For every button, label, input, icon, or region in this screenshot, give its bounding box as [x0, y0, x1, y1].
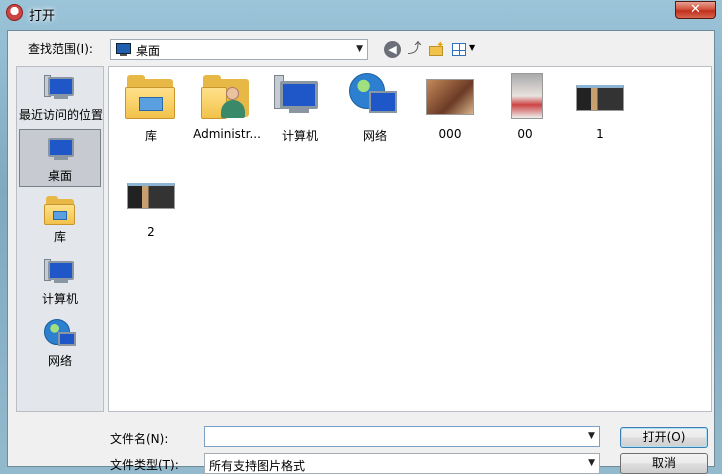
file-item-2[interactable]: 2 [113, 167, 189, 247]
file-label: 2 [147, 225, 155, 239]
file-item-library[interactable]: 库 [113, 69, 189, 149]
file-item-network[interactable]: 网络 [337, 69, 413, 149]
lookin-dropdown[interactable]: 桌面 ▼ [110, 39, 368, 60]
open-button[interactable]: 打开(O) [620, 427, 708, 448]
cancel-button[interactable]: 取消 [620, 453, 708, 474]
close-button[interactable]: ✕ [675, 1, 716, 19]
dialog-body: 查找范围(I): 桌面 ▼ ◀ ⤴ ✦ ▼ 最近访问的位置 桌面 库 计算机 网… [7, 30, 715, 474]
up-folder-icon[interactable]: ⤴ [406, 41, 423, 58]
network-icon [44, 319, 76, 349]
chevron-down-icon[interactable]: ▼ [588, 458, 595, 468]
back-icon[interactable]: ◀ [384, 41, 401, 58]
window-title: 打开 [29, 9, 56, 24]
library-folder-icon [125, 73, 177, 123]
file-label: 00 [517, 127, 533, 141]
user-folder-icon [201, 73, 253, 123]
photo-thumbnail-icon [424, 73, 476, 123]
filetype-value: 所有支持图片格式 [209, 459, 306, 473]
lookin-label: 查找范围(I): [28, 42, 93, 56]
file-item-000[interactable]: 000 [412, 69, 488, 149]
recent-places-icon [44, 73, 76, 103]
network-icon [349, 73, 401, 123]
place-label: 最近访问的位置 [19, 108, 104, 122]
photo-thumbnail-icon [499, 73, 551, 123]
app-icon [6, 4, 23, 21]
place-label: 库 [53, 230, 66, 244]
file-label: 000 [438, 127, 462, 141]
place-label: 桌面 [47, 169, 72, 183]
view-chevron-icon: ▼ [469, 43, 476, 52]
place-label: 计算机 [41, 292, 78, 306]
title-bar[interactable]: 打开 ✕ [0, 0, 722, 26]
desktop-icon [116, 43, 131, 56]
lookin-value: 桌面 [136, 44, 161, 58]
grid-view-icon [452, 43, 466, 56]
chevron-down-icon[interactable]: ▼ [356, 44, 363, 54]
file-label: 库 [144, 129, 157, 143]
library-folder-icon [44, 195, 76, 225]
view-menu-icon[interactable]: ▼ [452, 41, 478, 58]
file-label: 网络 [362, 129, 387, 143]
place-library[interactable]: 库 [19, 191, 101, 249]
desktop-icon [44, 134, 76, 164]
file-item-administrator[interactable]: Administr... [189, 69, 265, 149]
filename-label: 文件名(N): [110, 432, 169, 446]
places-bar: 最近访问的位置 桌面 库 计算机 网络 [16, 66, 104, 412]
filetype-label: 文件类型(T): [110, 458, 179, 472]
sparkle-icon: ✦ [436, 40, 445, 51]
file-list-view[interactable]: 库 Administr... 计算机 网络 000 00 1 2 [108, 66, 712, 412]
screenshot-thumbnail-icon [125, 171, 177, 221]
window-frame: 打开 ✕ 查找范围(I): 桌面 ▼ ◀ ⤴ ✦ ▼ 最近访问的位置 桌面 库 … [0, 0, 722, 474]
file-label: 1 [596, 127, 604, 141]
place-network[interactable]: 网络 [19, 315, 101, 373]
computer-icon [274, 73, 326, 123]
file-item-1[interactable]: 1 [562, 69, 638, 149]
file-label: 计算机 [281, 129, 318, 143]
place-computer[interactable]: 计算机 [19, 253, 101, 311]
file-item-00[interactable]: 00 [487, 69, 563, 149]
file-item-computer[interactable]: 计算机 [262, 69, 338, 149]
place-label: 网络 [47, 354, 72, 368]
filetype-dropdown[interactable]: 所有支持图片格式 ▼ [204, 453, 600, 474]
computer-icon [44, 257, 76, 287]
filename-input[interactable] [204, 426, 600, 447]
place-desktop[interactable]: 桌面 [19, 129, 101, 187]
file-label: Administr... [193, 127, 261, 141]
screenshot-thumbnail-icon [574, 73, 626, 123]
place-recent[interactable]: 最近访问的位置 [19, 69, 104, 127]
new-folder-icon[interactable]: ✦ [428, 40, 445, 58]
